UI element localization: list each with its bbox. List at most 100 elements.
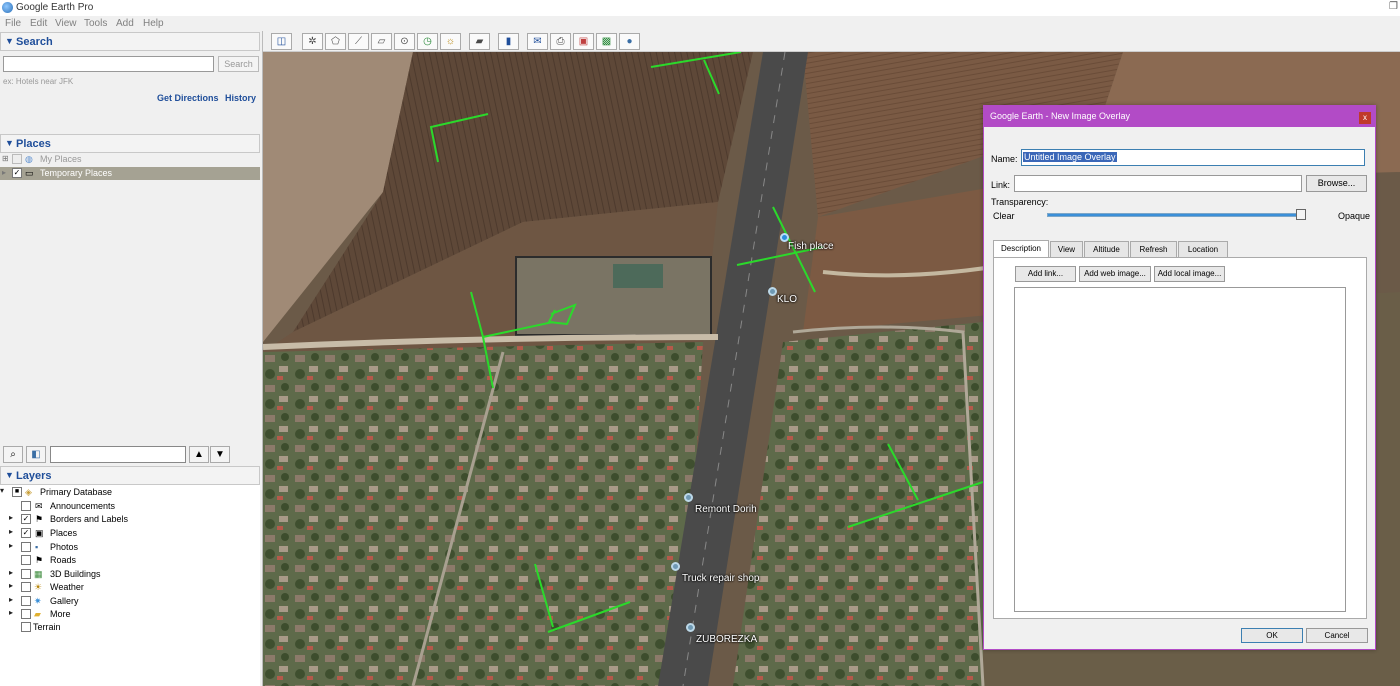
slider-thumb[interactable]: [1296, 209, 1306, 220]
add-path-icon[interactable]: ⟋: [348, 33, 369, 50]
earth-gallery-icon[interactable]: ●: [619, 33, 640, 50]
expand-icon[interactable]: ▸: [9, 608, 13, 617]
ok-button[interactable]: OK: [1241, 628, 1303, 643]
save-image-icon[interactable]: ▣: [573, 33, 594, 50]
menu-bar: File Edit View Tools Add Help: [0, 16, 263, 31]
tree-item-temporary-places[interactable]: ▸ ✓ ▭ Temporary Places: [0, 167, 260, 180]
layer-more[interactable]: ▸ ▰ More: [0, 608, 260, 621]
tab-location[interactable]: Location: [1178, 241, 1228, 258]
checkbox[interactable]: ✓: [21, 528, 31, 538]
add-link-button[interactable]: Add link...: [1015, 266, 1076, 282]
checkbox[interactable]: [21, 501, 31, 511]
add-local-image-button[interactable]: Add local image...: [1154, 266, 1225, 282]
menu-file[interactable]: File: [5, 18, 21, 29]
checkbox[interactable]: [21, 609, 31, 619]
expand-icon[interactable]: ⊞: [2, 154, 9, 163]
description-textarea[interactable]: [1014, 287, 1346, 612]
search-button[interactable]: Search: [218, 56, 259, 72]
layer-3d-buildings[interactable]: ▸ ▦ 3D Buildings: [0, 568, 260, 581]
menu-view[interactable]: View: [55, 18, 77, 29]
menu-add[interactable]: Add: [116, 18, 134, 29]
sunlight-icon[interactable]: ☼: [440, 33, 461, 50]
menu-edit[interactable]: Edit: [30, 18, 47, 29]
map-label-fish-place[interactable]: Fish place: [788, 241, 834, 252]
menu-tools[interactable]: Tools: [84, 18, 107, 29]
map-label-klo[interactable]: KLO: [777, 294, 797, 305]
checkbox[interactable]: [21, 596, 31, 606]
places-search-input[interactable]: [50, 446, 186, 463]
tab-refresh[interactable]: Refresh: [1130, 241, 1177, 258]
search-input[interactable]: [3, 56, 214, 72]
expand-icon[interactable]: ▸: [9, 541, 13, 550]
add-placemark-icon[interactable]: ✲: [302, 33, 323, 50]
ruler-icon[interactable]: ▮: [498, 33, 519, 50]
expand-icon[interactable]: ▸: [2, 168, 6, 177]
record-tour-icon[interactable]: ⊙: [394, 33, 415, 50]
layers-section-header[interactable]: ▼ Layers: [0, 466, 260, 485]
collapse-icon: ▼: [5, 36, 14, 46]
browse-button[interactable]: Browse...: [1306, 175, 1367, 192]
map-label-truck-repair-shop[interactable]: Truck repair shop: [682, 573, 759, 584]
add-web-image-button[interactable]: Add web image...: [1079, 266, 1151, 282]
placemark-pin-icon[interactable]: [768, 287, 777, 296]
layer-photos[interactable]: ▸ ▪ Photos: [0, 541, 260, 554]
layer-roads[interactable]: ⚑ Roads: [0, 554, 260, 567]
layer-primary-database[interactable]: ▾ ■ ◈ Primary Database: [0, 486, 260, 499]
map-label-remont-dorih[interactable]: Remont Dorih: [695, 504, 757, 515]
panel-toggle-icon[interactable]: ◧: [26, 446, 46, 463]
placemark-pin-icon[interactable]: [686, 623, 695, 632]
email-icon[interactable]: ✉: [527, 33, 548, 50]
close-icon[interactable]: x: [1359, 112, 1371, 124]
layer-announcements[interactable]: ✉ Announcements: [0, 500, 260, 513]
layer-gallery[interactable]: ▸ ✷ Gallery: [0, 595, 260, 608]
checkbox[interactable]: [21, 622, 31, 632]
move-up-icon[interactable]: ▲: [189, 446, 209, 463]
checkbox[interactable]: [21, 582, 31, 592]
checkbox[interactable]: ■: [12, 487, 22, 497]
placemark-pin-icon[interactable]: [671, 562, 680, 571]
menu-help[interactable]: Help: [143, 18, 164, 29]
expand-icon[interactable]: ▸: [9, 581, 13, 590]
checkbox[interactable]: ✓: [12, 168, 22, 178]
checkbox[interactable]: ✓: [21, 514, 31, 524]
search-icon[interactable]: ⌕: [3, 446, 23, 463]
checkbox[interactable]: [21, 555, 31, 565]
dialog-title-bar[interactable]: Google Earth - New Image Overlay x: [984, 106, 1375, 127]
places-section-header[interactable]: ▼ Places: [0, 134, 260, 153]
search-section-header[interactable]: ▼ Search: [0, 32, 260, 51]
tab-view[interactable]: View: [1050, 241, 1083, 258]
add-image-overlay-icon[interactable]: ▱: [371, 33, 392, 50]
history-link[interactable]: History: [225, 93, 256, 103]
checkbox[interactable]: [21, 542, 31, 552]
checkbox[interactable]: [21, 569, 31, 579]
add-polygon-icon[interactable]: ⬠: [325, 33, 346, 50]
link-input[interactable]: [1014, 175, 1302, 192]
transparency-slider[interactable]: [1047, 213, 1303, 217]
view-in-maps-icon[interactable]: ▩: [596, 33, 617, 50]
expand-icon[interactable]: ▸: [9, 513, 13, 522]
expand-icon[interactable]: ▸: [9, 568, 13, 577]
cancel-button[interactable]: Cancel: [1306, 628, 1368, 643]
move-down-icon[interactable]: ▼: [210, 446, 230, 463]
placemark-pin-icon[interactable]: [684, 493, 693, 502]
layer-borders-labels[interactable]: ▸ ✓ ⚑ Borders and Labels: [0, 513, 260, 526]
name-input[interactable]: Untitled Image Overlay: [1021, 149, 1365, 166]
description-panel: Add link... Add web image... Add local i…: [993, 257, 1367, 619]
sidebar-toggle-icon[interactable]: ◫: [271, 33, 292, 50]
expand-icon[interactable]: ▸: [9, 595, 13, 604]
switch-to-sky-icon[interactable]: ▰: [469, 33, 490, 50]
layer-terrain[interactable]: Terrain: [0, 621, 260, 634]
tree-item-my-places[interactable]: ⊞ ◍ My Places: [0, 153, 260, 166]
get-directions-link[interactable]: Get Directions: [157, 93, 219, 103]
historical-imagery-icon[interactable]: ◷: [417, 33, 438, 50]
tab-altitude[interactable]: Altitude: [1084, 241, 1129, 258]
print-icon[interactable]: ⎙: [550, 33, 571, 50]
star-icon: ✷: [34, 596, 42, 606]
layer-weather[interactable]: ▸ ☀ Weather: [0, 581, 260, 594]
expand-icon[interactable]: ▸: [9, 527, 13, 536]
restore-icon[interactable]: ❐: [1389, 1, 1398, 12]
checkbox[interactable]: [12, 154, 22, 164]
collapse-icon[interactable]: ▾: [0, 486, 4, 495]
layer-places[interactable]: ▸ ✓ ▣ Places: [0, 527, 260, 540]
map-label-zuborezka[interactable]: ZUBOREZKA: [696, 634, 757, 645]
